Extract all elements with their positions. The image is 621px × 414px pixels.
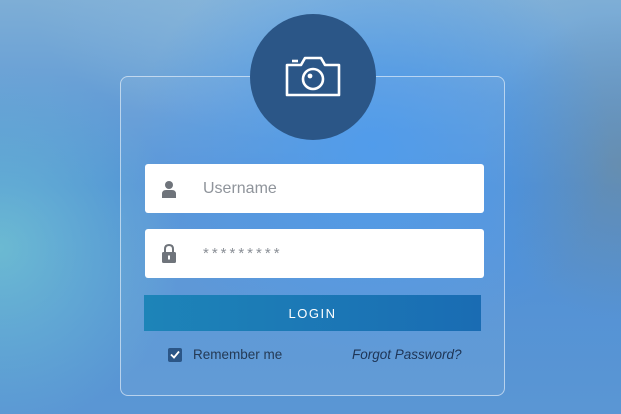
camera-icon <box>285 56 341 97</box>
checkbox[interactable] <box>168 347 182 362</box>
forgot-password-link[interactable]: Forgot Password? <box>352 347 462 362</box>
checkmark-icon <box>170 350 180 359</box>
remember-me-label: Remember me <box>193 347 283 362</box>
password-input[interactable] <box>203 245 463 262</box>
username-field[interactable] <box>145 164 484 213</box>
password-field[interactable] <box>145 229 484 278</box>
remember-me-checkbox[interactable]: Remember me <box>168 347 282 362</box>
user-icon <box>145 164 193 213</box>
avatar <box>250 14 376 140</box>
username-input[interactable] <box>203 179 463 198</box>
login-button[interactable]: LOGIN <box>144 295 481 331</box>
lock-icon <box>145 229 193 278</box>
